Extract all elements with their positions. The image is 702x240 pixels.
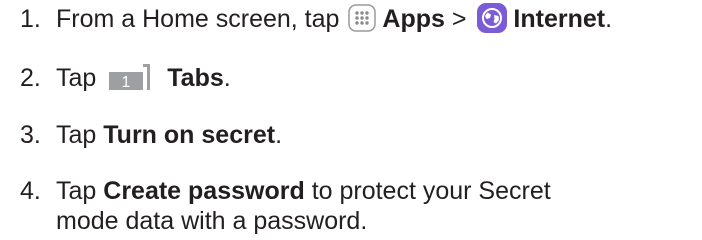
- create-password-label: Create password: [103, 177, 305, 205]
- step-text: Tap: [56, 121, 97, 149]
- step-punct: .: [605, 5, 613, 33]
- step-punct: .: [275, 121, 283, 149]
- tab-count: 1: [122, 74, 131, 90]
- turn-on-secret-label: Turn on secret: [103, 121, 276, 149]
- step-text: Tap: [56, 64, 97, 92]
- step-2: 2. Tap 1 Tabs.: [20, 63, 231, 93]
- step-number: 3.: [20, 121, 41, 149]
- internet-globe-icon: [477, 3, 508, 34]
- step-4: 4. Tap Create password to protect your Se…: [20, 176, 551, 236]
- step-text: Tap: [56, 177, 97, 205]
- step-3: 3. Tap Turn on secret.: [20, 120, 282, 150]
- step-punct: .: [223, 64, 231, 92]
- step-text: From a Home screen, tap: [56, 5, 340, 33]
- step-number: 2.: [20, 64, 41, 92]
- apps-label: Apps: [382, 5, 445, 33]
- tabs-icon: 1: [107, 64, 157, 91]
- step-text-line-2: mode data with a password.: [56, 207, 368, 235]
- step-number: 4.: [20, 177, 41, 205]
- step-number: 1.: [20, 5, 41, 33]
- separator: >: [451, 5, 467, 33]
- tabs-label: Tabs: [167, 64, 224, 92]
- step-text-continued: to protect your Secret: [311, 177, 551, 205]
- internet-label: Internet: [513, 5, 606, 33]
- apps-grid-icon: [348, 4, 377, 33]
- step-1: 1. From a Home screen, tap Apps > Interne…: [20, 3, 613, 34]
